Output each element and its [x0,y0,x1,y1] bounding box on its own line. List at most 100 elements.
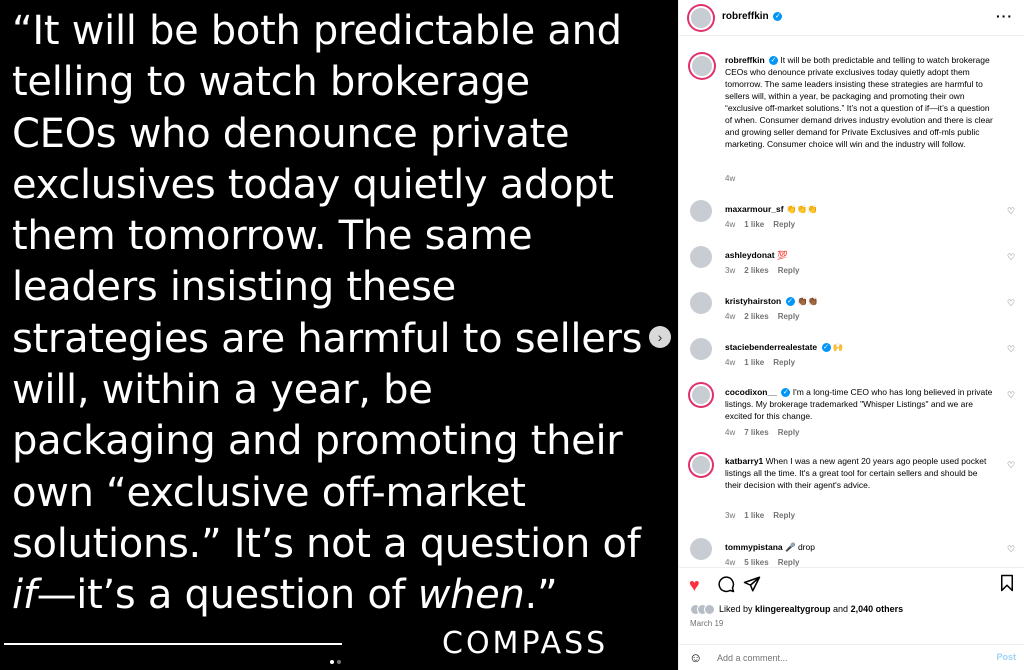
reply-button[interactable]: Reply [773,511,795,520]
verified-badge-icon: ✓ [821,343,831,353]
comment-username[interactable]: cocodixon__ [725,387,777,397]
reply-button[interactable]: Reply [778,428,800,437]
quote-when: when [417,572,525,619]
quote-if: if [12,572,37,619]
comment-likes[interactable]: 2 likes [744,266,768,275]
comment-time: 4w [725,220,736,229]
comment-likes[interactable]: 5 likes [744,558,768,567]
comment-text: 🙌 [832,342,844,352]
comment-likes[interactable]: 7 likes [744,428,768,437]
comment-composer: ☺ Post [679,644,1024,670]
quote-line: packaging and promoting their [12,418,623,465]
quote-middle: —it’s a question of [36,572,418,619]
heart-outline-icon[interactable]: ♡ [1007,391,1016,400]
liker-avatar [704,604,715,616]
comment-text: When I was a new agent 20 years ago peop… [725,456,987,490]
carousel-indicator [330,660,341,664]
comment-time: 4w [725,558,736,567]
chevron-right-icon: › [657,329,663,345]
quote-end: .” [524,572,558,619]
carousel-dot [337,660,341,664]
comment-username[interactable]: kristyhairston [725,296,781,306]
post-date: March 19 [690,619,724,628]
comment-username[interactable]: staciebenderrealestate [725,342,817,352]
heart-outline-icon[interactable]: ♡ [1007,545,1016,554]
comment-likes[interactable]: 1 like [744,511,764,520]
comment-likes[interactable]: 1 like [744,220,764,229]
verified-badge-icon: ✓ [781,388,791,398]
quote-text: “It will be both predictable and telling… [12,6,672,622]
comment-username[interactable]: katbarry1 [725,456,763,466]
next-slide-button[interactable]: › [649,326,671,348]
heart-outline-icon[interactable]: ♡ [1007,461,1016,470]
avatar[interactable] [690,384,712,406]
likes-summary: Liked by klingerealtygroup and 2,040 oth… [690,604,904,616]
brand-logo: COMPASS [442,626,609,661]
emoji-icon[interactable]: ☺ [689,650,702,665]
comment-input[interactable] [717,650,957,666]
liked-by-and: and [830,604,851,614]
more-options-icon[interactable]: ··· [996,8,1013,24]
quote-line: them tomorrow. The same [12,213,533,260]
quote-line-last: if—it’s a question of when.” [12,570,672,621]
comments-list[interactable]: robreffkin ✓ It will be both predictable… [679,36,1024,567]
post-header: robreffkin ✓ ··· [679,0,1024,36]
comment-time: 4w [725,428,736,437]
caption-username[interactable]: robreffkin [725,55,765,65]
heart-outline-icon[interactable]: ♡ [1007,345,1016,354]
heart-outline-icon[interactable]: ♡ [1007,299,1016,308]
liked-by-others[interactable]: 2,040 others [851,604,904,614]
comment-text: 👏👏👏 [785,204,818,214]
quote-line: solutions.” It’s not a question of [12,520,641,567]
action-bar: ♥ Liked by klingerealtygroup and 2,040 o… [679,567,1024,670]
liked-by-user[interactable]: klingerealtygroup [755,604,831,614]
quote-line: “It will be both predictable and [12,8,622,54]
avatar[interactable] [690,246,712,268]
caption-text: It will be both predictable and telling … [725,55,993,149]
avatar[interactable] [690,538,712,560]
comment-time: 4w [725,312,736,321]
divider-line [4,643,342,645]
verified-badge-icon: ✓ [773,11,783,21]
reply-button[interactable]: Reply [778,312,800,321]
quote-line: telling to watch brokerage [12,59,530,106]
reply-button[interactable]: Reply [778,558,800,567]
share-icon[interactable] [743,575,761,596]
comment-likes[interactable]: 1 like [744,358,764,367]
comment-icon[interactable] [717,575,735,596]
caption-time: 4w [725,174,736,183]
post-image: “It will be both predictable and telling… [0,0,678,670]
post-button[interactable]: Post [996,652,1016,662]
comment-text: 💯 [776,250,788,260]
verified-badge-icon: ✓ [785,297,795,307]
carousel-dot-active [330,660,334,664]
comment-likes[interactable]: 2 likes [744,312,768,321]
avatar[interactable] [690,338,712,360]
heart-outline-icon[interactable]: ♡ [1007,253,1016,262]
comment-username[interactable]: maxarmour_sf [725,204,784,214]
heart-filled-icon[interactable]: ♥ [689,576,700,594]
heart-outline-icon[interactable]: ♡ [1007,207,1016,216]
comment-username[interactable]: tommypistana [725,542,783,552]
avatar[interactable] [689,6,713,30]
avatar[interactable] [690,292,712,314]
comment-time: 3w [725,266,736,275]
reply-button[interactable]: Reply [773,220,795,229]
quote-line: own “exclusive off-market [12,469,526,516]
comment-text: 🎤 drop [785,542,815,552]
quote-line: strategies are harmful to sellers [12,315,643,362]
quote-line: CEOs who denounce private [12,110,570,157]
quote-line: exclusives today quietly adopt [12,161,614,208]
avatar[interactable] [690,200,712,222]
author-username[interactable]: robreffkin [722,11,769,22]
avatar[interactable] [690,454,712,476]
comment-username[interactable]: ashleydonat [725,250,775,260]
verified-badge-icon: ✓ [769,56,779,66]
reply-button[interactable]: Reply [773,358,795,367]
avatar[interactable] [690,54,714,78]
bookmark-icon[interactable] [999,574,1015,595]
reply-button[interactable]: Reply [778,266,800,275]
comment-time: 3w [725,511,736,520]
comment-time: 4w [725,358,736,367]
liked-by-prefix: Liked by [719,604,756,614]
